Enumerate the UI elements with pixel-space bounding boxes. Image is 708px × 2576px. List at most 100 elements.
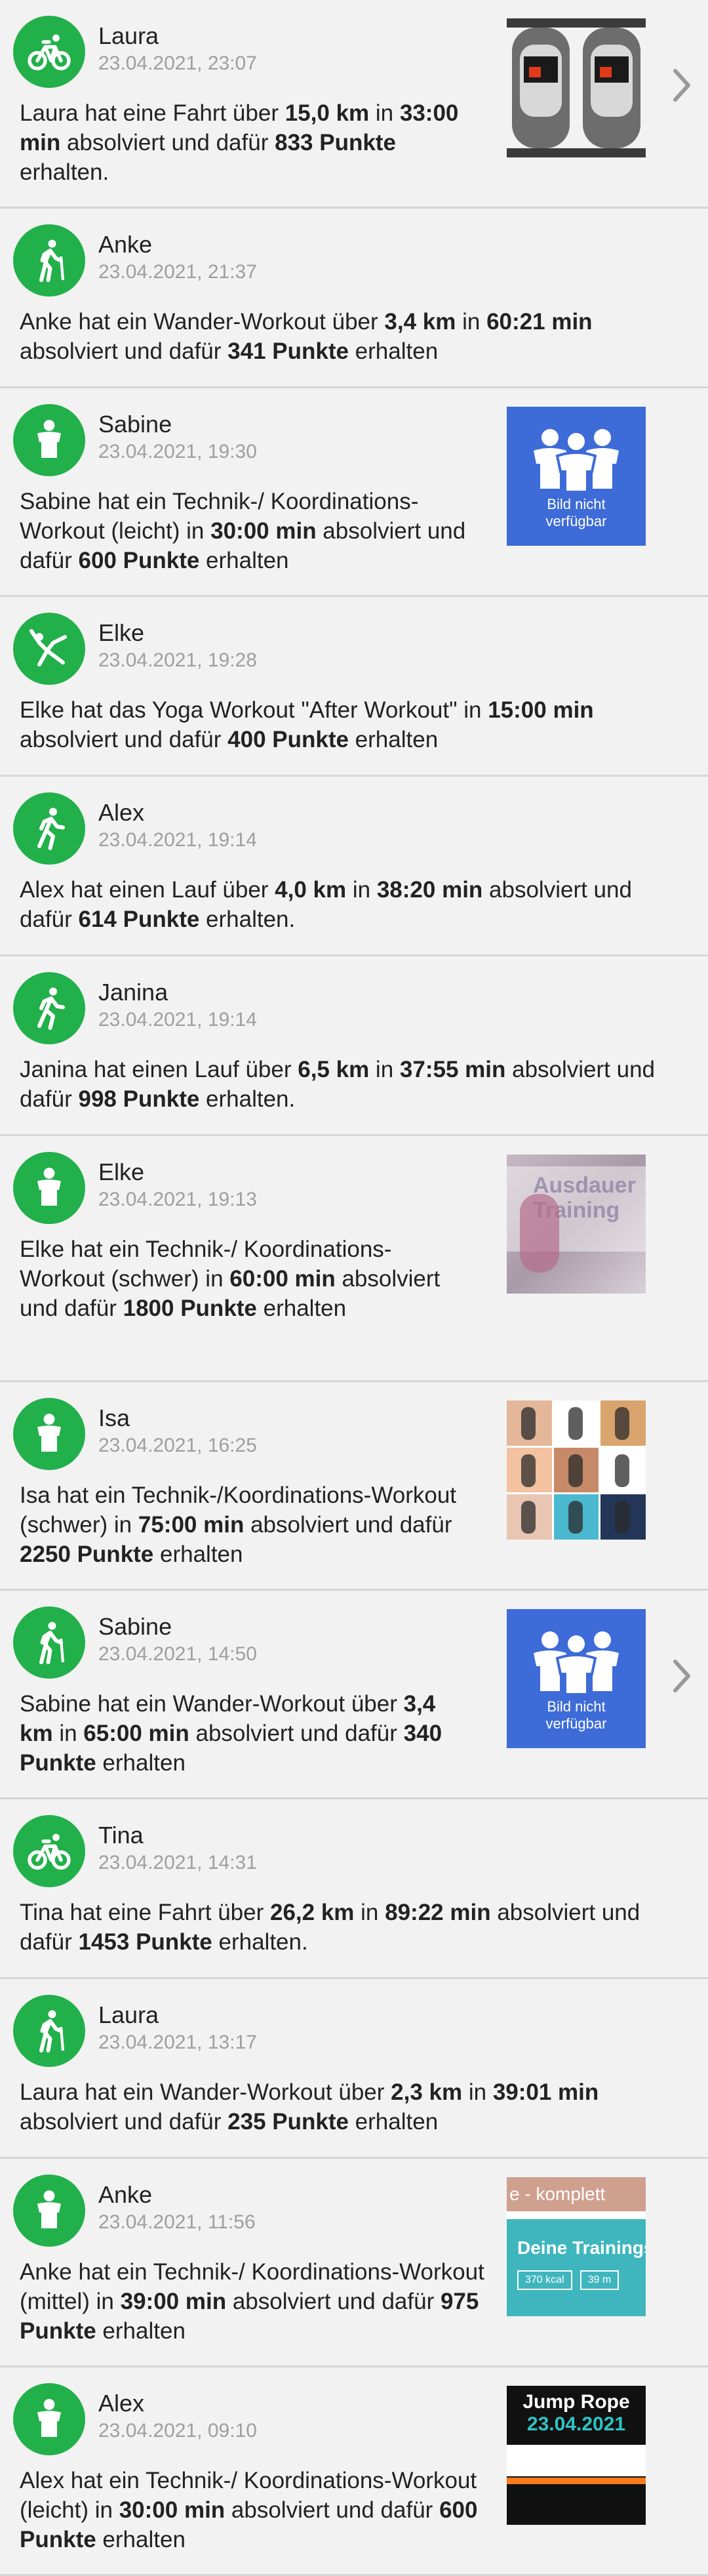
activity-description: Anke hat ein Technik-/ Koordinations-Wor…	[20, 2257, 498, 2346]
desc-text: Laura hat eine Fahrt über	[20, 100, 285, 126]
feed-item[interactable]: Anke 23.04.2021, 21:37 Anke hat ein Wander…	[0, 209, 708, 388]
feed-item[interactable]: Tina 23.04.2021, 14:31 Tina hat eine Fahrt…	[0, 1799, 708, 1979]
placeholder-line1: Bild nicht	[547, 1698, 606, 1715]
desc-text: absolviert und dafür	[225, 2497, 440, 2523]
activity-thumbnail[interactable]	[507, 1400, 646, 1540]
feed-item[interactable]: Sabine 23.04.2021, 19:30 Sabine hat ein Te…	[0, 388, 708, 597]
user-name: Laura	[98, 2001, 159, 2028]
desc-highlight: 15,0 km	[285, 100, 370, 126]
desc-text: erhalten	[153, 1542, 243, 1567]
activity-avatar	[13, 16, 85, 88]
activity-description: Alex hat einen Lauf über 4,0 km in 38:20…	[20, 875, 675, 934]
thumb-top-text: e - komplett	[507, 2177, 646, 2211]
activity-timestamp: 23.04.2021, 16:25	[98, 1435, 257, 1456]
feed-item[interactable]: Alex 23.04.2021, 09:10 Alex hat ein Techni…	[0, 2367, 708, 2576]
feed-item[interactable]: Laura 23.04.2021, 13:17 Laura hat ein Wand…	[0, 1979, 708, 2159]
person-icon	[26, 1164, 73, 1212]
feed-item[interactable]: Elke 23.04.2021, 19:28 Elke hat das Yoga W…	[0, 597, 708, 777]
activity-avatar	[13, 1606, 85, 1679]
activity-description: Isa hat ein Technik-/Koordinations-Worko…	[20, 1481, 485, 1569]
hiking-icon	[26, 237, 73, 284]
desc-highlight: 89:22 min	[385, 1900, 491, 1925]
user-name: Janina	[98, 979, 168, 1006]
activity-thumbnail[interactable]: Ausdauer Training	[507, 1155, 646, 1294]
desc-highlight: 1800 Punkte	[123, 1296, 257, 1321]
desc-highlight: 341 Punkte	[227, 338, 349, 364]
thumb-title: Deine Trainingsw	[517, 2238, 646, 2258]
placeholder-image: Bild nicht verfügbar	[507, 1609, 646, 1748]
desc-text: in	[462, 2079, 493, 2105]
user-name: Elke	[98, 619, 145, 646]
desc-highlight: 235 Punkte	[227, 2109, 349, 2135]
activity-avatar	[13, 1398, 85, 1470]
activity-thumbnail[interactable]: Bild nicht verfügbar	[507, 1609, 646, 1748]
running-icon	[26, 985, 73, 1032]
activity-avatar	[13, 1995, 85, 2067]
desc-highlight: 833 Punkte	[275, 130, 396, 155]
thumb-kcal: 370 kcal	[517, 2270, 572, 2290]
activity-timestamp: 23.04.2021, 13:17	[98, 2032, 257, 2053]
desc-text: absolviert und dafür	[226, 2289, 441, 2314]
desc-highlight: 15:00 min	[488, 697, 594, 723]
user-name: Tina	[98, 1822, 144, 1849]
desc-text: Sabine hat ein Wander-Workout über	[20, 1691, 404, 1717]
activity-thumbnail[interactable]: Bild nicht verfügbar	[507, 407, 646, 546]
activity-timestamp: 23.04.2021, 23:07	[98, 52, 257, 74]
desc-highlight: 998 Punkte	[78, 1086, 200, 1112]
feed-item[interactable]: Elke 23.04.2021, 19:13 Elke hat ein Techni…	[0, 1136, 708, 1382]
person-icon	[26, 1410, 73, 1458]
desc-text: absolviert und dafür	[244, 1512, 452, 1538]
desc-text: Laura hat ein Wander-Workout über	[20, 2079, 391, 2105]
activity-description: Janina hat einen Lauf über 6,5 km in 37:…	[20, 1055, 675, 1114]
desc-text: Alex hat einen Lauf über	[20, 877, 275, 903]
user-name: Alex	[98, 2390, 145, 2417]
activity-thumbnail[interactable]: e - komplett Deine Trainingsw 370 kcal 39 m	[507, 2177, 646, 2316]
feed-item[interactable]: Alex 23.04.2021, 19:14 Alex hat einen Lauf…	[0, 777, 708, 956]
activity-timestamp: 23.04.2021, 14:31	[98, 1852, 257, 1873]
desc-text: erhalten	[348, 727, 439, 752]
desc-highlight: 60:21 min	[486, 309, 593, 335]
activity-timestamp: 23.04.2021, 11:56	[98, 2211, 256, 2233]
activity-description: Sabine hat ein Wander-Workout über 3,4 k…	[20, 1689, 472, 1778]
activity-avatar	[13, 1152, 85, 1224]
user-name: Laura	[98, 22, 159, 49]
desc-text: erhalten.	[199, 907, 296, 932]
activity-thumbnail[interactable]: Jump Rope 23.04.2021	[507, 2386, 646, 2525]
desc-highlight: 614 Punkte	[78, 907, 200, 932]
activity-timestamp: 23.04.2021, 09:10	[98, 2420, 257, 2442]
desc-highlight: 400 Punkte	[227, 727, 349, 752]
feed-item[interactable]: Sabine 23.04.2021, 14:50 Sabine hat ein Wa…	[0, 1591, 708, 1799]
desc-highlight: 4,0 km	[275, 877, 347, 903]
yoga-icon	[26, 625, 73, 672]
user-name: Sabine	[98, 1613, 172, 1640]
desc-text: in	[354, 1900, 385, 1925]
desc-highlight: 6,5 km	[298, 1057, 370, 1082]
desc-highlight: 26,2 km	[269, 1900, 355, 1925]
desc-highlight: 30:00 min	[119, 2497, 226, 2523]
desc-highlight: 30:00 min	[210, 518, 317, 544]
desc-text: erhalten.	[199, 1086, 296, 1112]
feed-item[interactable]: Anke 23.04.2021, 11:56 Anke hat ein Techni…	[0, 2159, 708, 2367]
desc-highlight: 39:01 min	[492, 2079, 599, 2105]
desc-text: Tina hat eine Fahrt über	[20, 1900, 270, 1925]
desc-text: absolviert und dafür	[60, 130, 275, 155]
placeholder-line1: Bild nicht	[547, 495, 606, 512]
chevron-right-icon[interactable]	[669, 1656, 695, 1696]
desc-text: in	[52, 1721, 84, 1746]
desc-highlight: 60:00 min	[229, 1266, 336, 1292]
feed-item[interactable]: Janina 23.04.2021, 19:14 Janina hat einen …	[0, 956, 708, 1136]
feed-item[interactable]: Isa 23.04.2021, 16:25 Isa hat ein Technik-…	[0, 1382, 708, 1591]
chevron-right-icon[interactable]	[669, 66, 695, 105]
activity-timestamp: 23.04.2021, 19:13	[98, 1189, 257, 1210]
desc-text: absolviert und dafür	[20, 2109, 228, 2135]
activity-thumbnail[interactable]	[507, 18, 646, 157]
feed-item[interactable]: Laura 23.04.2021, 23:07 Laura hat eine Fah…	[0, 0, 708, 209]
placeholder-line2: verfügbar	[545, 512, 607, 529]
person-icon	[26, 2187, 73, 2234]
activity-description: Tina hat eine Fahrt über 26,2 km in 89:2…	[20, 1898, 675, 1957]
desc-text: absolviert und dafür	[20, 338, 228, 364]
activity-avatar	[13, 224, 85, 296]
activity-timestamp: 23.04.2021, 21:37	[98, 261, 257, 283]
bike-computer-photo	[507, 18, 646, 157]
desc-text: erhalten	[96, 1750, 186, 1776]
